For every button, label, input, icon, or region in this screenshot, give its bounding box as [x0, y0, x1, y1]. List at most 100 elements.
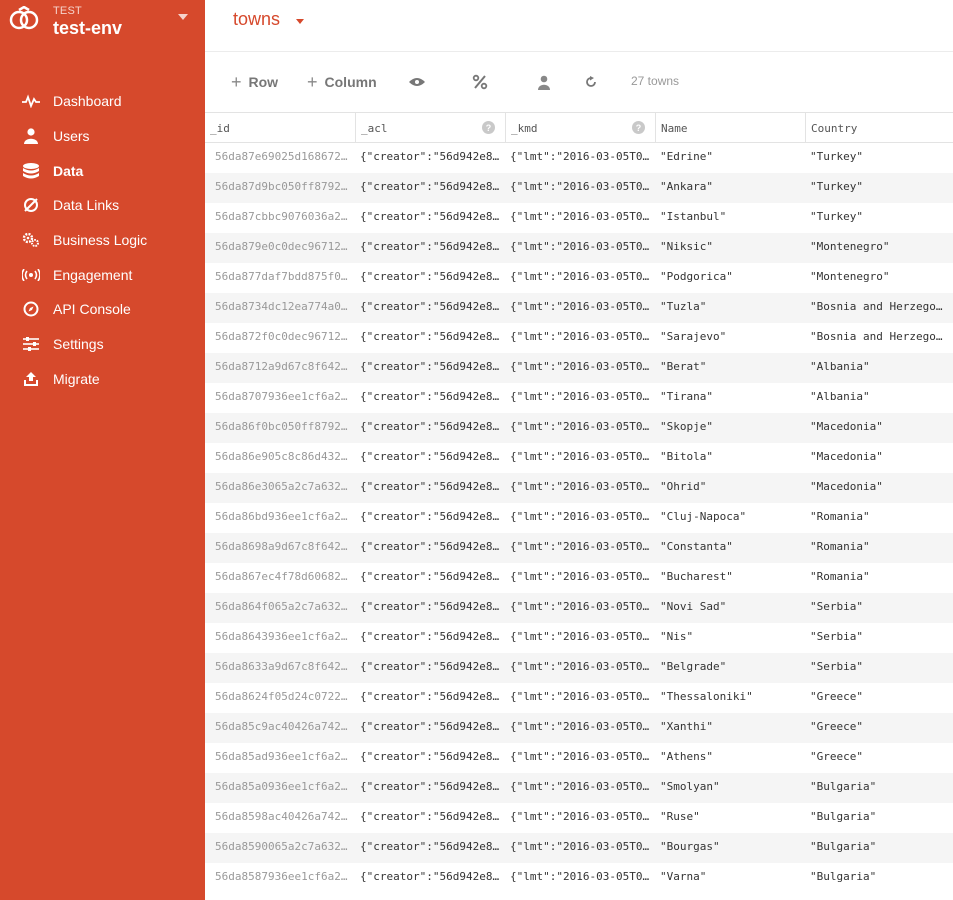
cell-country[interactable]: "Romania" [805, 503, 953, 533]
sidebar-item-business-logic[interactable]: Business Logic [0, 223, 205, 258]
table-row[interactable]: 56da8643936ee1cf6a2… {"creator":"56d942e8… [205, 623, 953, 653]
cell-acl[interactable]: {"creator":"56d942e8… [355, 563, 505, 593]
cell-kmd[interactable]: {"lmt":"2016-03-05T0… [505, 233, 655, 263]
cell-country[interactable]: "Bosnia and Herzegov… [805, 323, 953, 353]
help-icon[interactable]: ? [632, 121, 645, 134]
table-row[interactable]: 56da8712a9d67c8f642… {"creator":"56d942e8… [205, 353, 953, 383]
cell-name[interactable]: "Niksic" [655, 233, 805, 263]
cell-name[interactable]: "Smolyan" [655, 773, 805, 803]
cell-id[interactable]: 56da864f065a2c7a632… [210, 593, 357, 623]
cell-name[interactable]: "Nis" [655, 623, 805, 653]
cell-kmd[interactable]: {"lmt":"2016-03-05T0… [505, 143, 655, 173]
cell-country[interactable]: "Bulgaria" [805, 833, 953, 863]
cell-acl[interactable]: {"creator":"56d942e8… [355, 683, 505, 713]
table-row[interactable]: 56da86f0bc050ff8792… {"creator":"56d942e8… [205, 413, 953, 443]
cell-kmd[interactable]: {"lmt":"2016-03-05T0… [505, 203, 655, 233]
cell-name[interactable]: "Constanta" [655, 533, 805, 563]
cell-country[interactable]: "Bulgaria" [805, 863, 953, 893]
refresh-icon[interactable] [581, 72, 601, 92]
cell-name[interactable]: "Cluj-Napoca" [655, 503, 805, 533]
cell-country[interactable]: "Bulgaria" [805, 803, 953, 833]
cell-id[interactable]: 56da8587936ee1cf6a2… [210, 863, 357, 893]
table-row[interactable]: 56da879e0c0dec96712… {"creator":"56d942e8… [205, 233, 953, 263]
add-column-button[interactable]: + Column [307, 72, 377, 92]
table-row[interactable]: 56da8590065a2c7a632… {"creator":"56d942e8… [205, 833, 953, 863]
eye-icon[interactable] [407, 72, 427, 92]
column-header-acl[interactable]: _acl ? [355, 113, 505, 143]
table-row[interactable]: 56da85ad936ee1cf6a2… {"creator":"56d942e8… [205, 743, 953, 773]
cell-name[interactable]: "Xanthi" [655, 713, 805, 743]
chevron-down-icon[interactable] [178, 14, 188, 20]
cell-country[interactable]: "Montenegro" [805, 263, 953, 293]
cell-acl[interactable]: {"creator":"56d942e8… [355, 413, 505, 443]
sidebar-item-users[interactable]: Users [0, 119, 205, 154]
cell-acl[interactable]: {"creator":"56d942e8… [355, 833, 505, 863]
cell-id[interactable]: 56da8698a9d67c8f642… [210, 533, 357, 563]
cell-name[interactable]: "Athens" [655, 743, 805, 773]
cell-country[interactable]: "Bulgaria" [805, 773, 953, 803]
table-row[interactable]: 56da8598ac40426a742… {"creator":"56d942e8… [205, 803, 953, 833]
sidebar-item-data-links[interactable]: Data Links [0, 188, 205, 223]
cell-acl[interactable]: {"creator":"56d942e8… [355, 593, 505, 623]
cell-id[interactable]: 56da85ad936ee1cf6a2… [210, 743, 357, 773]
cell-id[interactable]: 56da8624f05d24c0722… [210, 683, 357, 713]
sidebar-item-api-console[interactable]: API Console [0, 292, 205, 327]
cell-id[interactable]: 56da867ec4f78d60682… [210, 563, 357, 593]
cell-name[interactable]: "Thessaloniki" [655, 683, 805, 713]
cell-name[interactable]: "Edrine" [655, 143, 805, 173]
cell-kmd[interactable]: {"lmt":"2016-03-05T0… [505, 353, 655, 383]
cell-acl[interactable]: {"creator":"56d942e8… [355, 443, 505, 473]
cell-country[interactable]: "Albania" [805, 353, 953, 383]
cell-kmd[interactable]: {"lmt":"2016-03-05T0… [505, 803, 655, 833]
sidebar-item-settings[interactable]: Settings [0, 327, 205, 362]
cell-kmd[interactable]: {"lmt":"2016-03-05T0… [505, 683, 655, 713]
cell-acl[interactable]: {"creator":"56d942e8… [355, 383, 505, 413]
table-row[interactable]: 56da87e69025d168672… {"creator":"56d942e8… [205, 143, 953, 173]
cell-id[interactable]: 56da879e0c0dec96712… [210, 233, 357, 263]
sidebar-item-dashboard[interactable]: Dashboard [0, 84, 205, 119]
cell-acl[interactable]: {"creator":"56d942e8… [355, 623, 505, 653]
chevron-down-icon[interactable] [296, 19, 304, 24]
percent-icon[interactable] [470, 72, 490, 92]
cell-country[interactable]: "Greece" [805, 713, 953, 743]
cell-id[interactable]: 56da8598ac40426a742… [210, 803, 357, 833]
table-row[interactable]: 56da8698a9d67c8f642… {"creator":"56d942e8… [205, 533, 953, 563]
cell-kmd[interactable]: {"lmt":"2016-03-05T0… [505, 833, 655, 863]
table-row[interactable]: 56da8633a9d67c8f642… {"creator":"56d942e8… [205, 653, 953, 683]
table-row[interactable]: 56da867ec4f78d60682… {"creator":"56d942e8… [205, 563, 953, 593]
table-row[interactable]: 56da86bd936ee1cf6a2… {"creator":"56d942e8… [205, 503, 953, 533]
cell-country[interactable]: "Bosnia and Herzegov… [805, 293, 953, 323]
cell-country[interactable]: "Turkey" [805, 203, 953, 233]
add-row-button[interactable]: + Row [231, 72, 278, 92]
cell-acl[interactable]: {"creator":"56d942e8… [355, 293, 505, 323]
cell-kmd[interactable]: {"lmt":"2016-03-05T0… [505, 263, 655, 293]
cell-name[interactable]: "Bourgas" [655, 833, 805, 863]
sidebar-item-migrate[interactable]: Migrate [0, 362, 205, 397]
cell-country[interactable]: "Romania" [805, 533, 953, 563]
cell-name[interactable]: "Tirana" [655, 383, 805, 413]
cell-id[interactable]: 56da85c9ac40426a742… [210, 713, 357, 743]
cell-country[interactable]: "Serbia" [805, 653, 953, 683]
cell-kmd[interactable]: {"lmt":"2016-03-05T0… [505, 173, 655, 203]
table-row[interactable]: 56da8707936ee1cf6a2… {"creator":"56d942e8… [205, 383, 953, 413]
cell-kmd[interactable]: {"lmt":"2016-03-05T0… [505, 713, 655, 743]
cell-name[interactable]: "Sarajevo" [655, 323, 805, 353]
cell-name[interactable]: "Bucharest" [655, 563, 805, 593]
cell-country[interactable]: "Macedonia" [805, 413, 953, 443]
cell-kmd[interactable]: {"lmt":"2016-03-05T0… [505, 593, 655, 623]
table-row[interactable]: 56da87cbbc9076036a2… {"creator":"56d942e8… [205, 203, 953, 233]
column-header-kmd[interactable]: _kmd ? [505, 113, 655, 143]
cell-kmd[interactable]: {"lmt":"2016-03-05T0… [505, 503, 655, 533]
table-row[interactable]: 56da877daf7bdd875f0… {"creator":"56d942e8… [205, 263, 953, 293]
cell-id[interactable]: 56da872f0c0dec96712… [210, 323, 357, 353]
cell-name[interactable]: "Bitola" [655, 443, 805, 473]
cell-name[interactable]: "Ohrid" [655, 473, 805, 503]
cell-country[interactable]: "Turkey" [805, 173, 953, 203]
sidebar-item-engagement[interactable]: Engagement [0, 257, 205, 292]
help-icon[interactable]: ? [482, 121, 495, 134]
cell-acl[interactable]: {"creator":"56d942e8… [355, 473, 505, 503]
cell-name[interactable]: "Ruse" [655, 803, 805, 833]
cell-acl[interactable]: {"creator":"56d942e8… [355, 803, 505, 833]
cell-acl[interactable]: {"creator":"56d942e8… [355, 353, 505, 383]
cell-acl[interactable]: {"creator":"56d942e8… [355, 503, 505, 533]
